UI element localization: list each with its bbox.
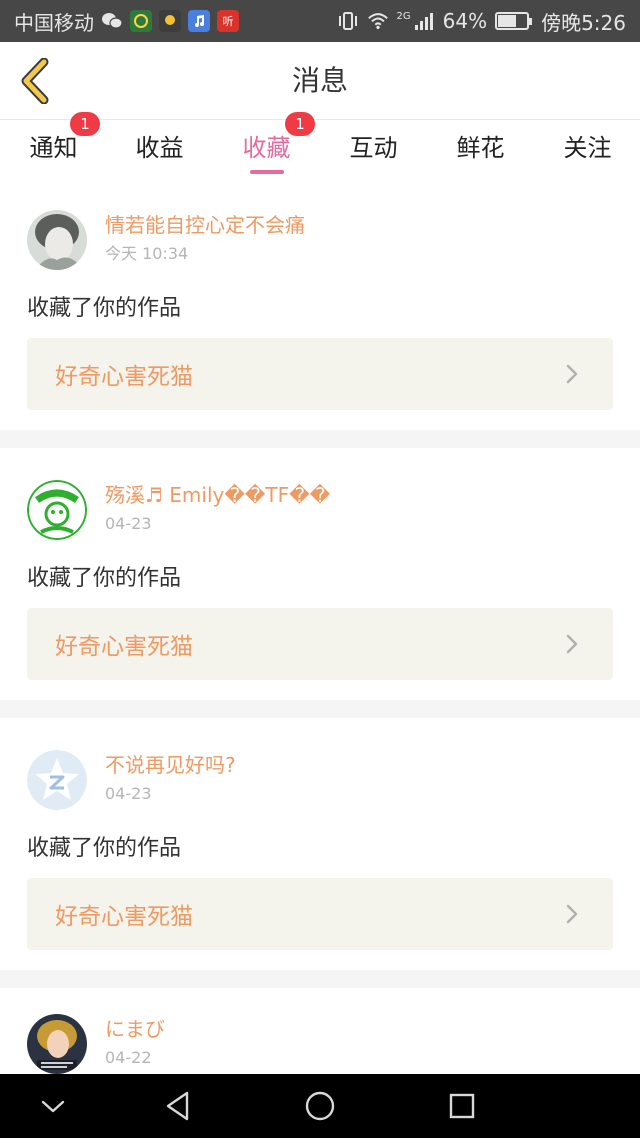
status-bar: 中国移动 听 2G 64% 傍晚5:26 xyxy=(0,0,640,42)
app-icon-yellow xyxy=(159,10,181,32)
app-header: 消息 xyxy=(0,42,640,120)
avatar-cartoon[interactable] xyxy=(27,1014,87,1074)
work-title: 好奇心害死猫 xyxy=(55,634,193,660)
chevron-left-icon xyxy=(21,58,49,104)
music-app-icon xyxy=(188,10,210,32)
recents-nav-button[interactable] xyxy=(432,1074,492,1138)
timestamp: 04-22 xyxy=(105,1048,152,1067)
chevron-right-icon xyxy=(565,904,585,924)
tab-label: 收益 xyxy=(135,134,184,162)
user-row[interactable]: 不说再见好吗? 04-23 xyxy=(27,750,236,810)
avatar-qq-star[interactable] xyxy=(27,750,87,810)
ting-app-icon: 听 xyxy=(217,10,239,32)
hide-nav-button[interactable] xyxy=(23,1074,83,1138)
work-title: 好奇心害死猫 xyxy=(55,904,193,930)
list-item: にまび 04-22 xyxy=(0,988,640,1088)
battery-level xyxy=(498,15,516,27)
user-row[interactable]: にまび 04-22 xyxy=(27,1014,165,1074)
back-nav-button[interactable] xyxy=(148,1074,208,1138)
tab-label: 收藏 xyxy=(242,134,291,162)
tab-label: 鲜花 xyxy=(456,134,505,162)
unread-badge: 1 xyxy=(285,112,315,136)
tab-label: 关注 xyxy=(563,134,612,162)
vibrate-icon xyxy=(337,10,359,32)
system-nav-bar xyxy=(0,1074,640,1138)
username[interactable]: 情若能自控心定不会痛 xyxy=(105,210,305,240)
timestamp: 04-23 xyxy=(105,784,152,803)
home-nav-button[interactable] xyxy=(290,1074,350,1138)
message-list: 情若能自控心定不会痛 今天 10:34 收藏了你的作品 好奇心害死猫 殇溪♬ E… xyxy=(0,178,640,1106)
tab-earnings[interactable]: 收益 xyxy=(106,120,213,178)
chevron-right-icon xyxy=(565,634,585,654)
square-recents-icon xyxy=(449,1093,475,1119)
signal-icon xyxy=(413,10,435,32)
page-title: 消息 xyxy=(291,64,348,97)
action-text: 收藏了你的作品 xyxy=(27,836,182,861)
back-button[interactable] xyxy=(10,54,60,108)
action-text: 收藏了你的作品 xyxy=(27,296,182,321)
tab-favorites[interactable]: 收藏 1 xyxy=(213,112,320,178)
work-link[interactable]: 好奇心害死猫 xyxy=(27,608,613,680)
tab-following[interactable]: 关注 xyxy=(534,120,640,178)
battery-icon xyxy=(495,12,533,30)
chevron-right-icon xyxy=(565,364,585,384)
user-row[interactable]: 殇溪♬ Emily��TF�� 04-23 xyxy=(27,480,330,540)
tab-interactions[interactable]: 互动 xyxy=(320,120,427,178)
triangle-back-icon xyxy=(166,1091,189,1121)
message-tabs: 通知 1 收益 收藏 1 互动 鲜花 关注 xyxy=(0,112,640,178)
avatar-green-badge[interactable] xyxy=(27,480,87,540)
tab-flowers[interactable]: 鲜花 xyxy=(427,120,534,178)
app-icon-green xyxy=(130,10,152,32)
battery-percent: 64% xyxy=(442,9,488,33)
network-type: 2G xyxy=(396,10,411,22)
username[interactable]: 殇溪♬ Emily��TF�� xyxy=(105,480,330,510)
list-item: 情若能自控心定不会痛 今天 10:34 收藏了你的作品 好奇心害死猫 xyxy=(0,178,640,430)
tab-label: 通知 xyxy=(29,134,78,162)
username[interactable]: にまび xyxy=(105,1014,165,1044)
work-link[interactable]: 好奇心害死猫 xyxy=(27,338,613,410)
timestamp: 今天 10:34 xyxy=(105,244,189,263)
tab-label: 互动 xyxy=(349,134,398,162)
action-text: 收藏了你的作品 xyxy=(27,566,182,591)
clock: 傍晚5:26 xyxy=(541,10,626,35)
active-tab-indicator xyxy=(249,170,284,174)
list-item: 殇溪♬ Emily��TF�� 04-23 收藏了你的作品 好奇心害死猫 xyxy=(0,448,640,700)
avatar-girl[interactable] xyxy=(27,210,87,270)
unread-badge: 1 xyxy=(70,112,100,136)
tab-notice[interactable]: 通知 1 xyxy=(0,112,107,178)
list-item: 不说再见好吗? 04-23 收藏了你的作品 好奇心害死猫 xyxy=(0,718,640,970)
wechat-icon xyxy=(101,10,123,32)
work-title: 好奇心害死猫 xyxy=(55,364,193,390)
work-link[interactable]: 好奇心害死猫 xyxy=(27,878,613,950)
chevron-down-icon xyxy=(41,1100,65,1113)
user-row[interactable]: 情若能自控心定不会痛 今天 10:34 xyxy=(27,210,305,270)
wifi-icon xyxy=(367,10,389,32)
username[interactable]: 不说再见好吗? xyxy=(105,750,236,780)
carrier-label: 中国移动 xyxy=(14,10,94,35)
circle-home-icon xyxy=(305,1091,335,1121)
timestamp: 04-23 xyxy=(105,514,152,533)
